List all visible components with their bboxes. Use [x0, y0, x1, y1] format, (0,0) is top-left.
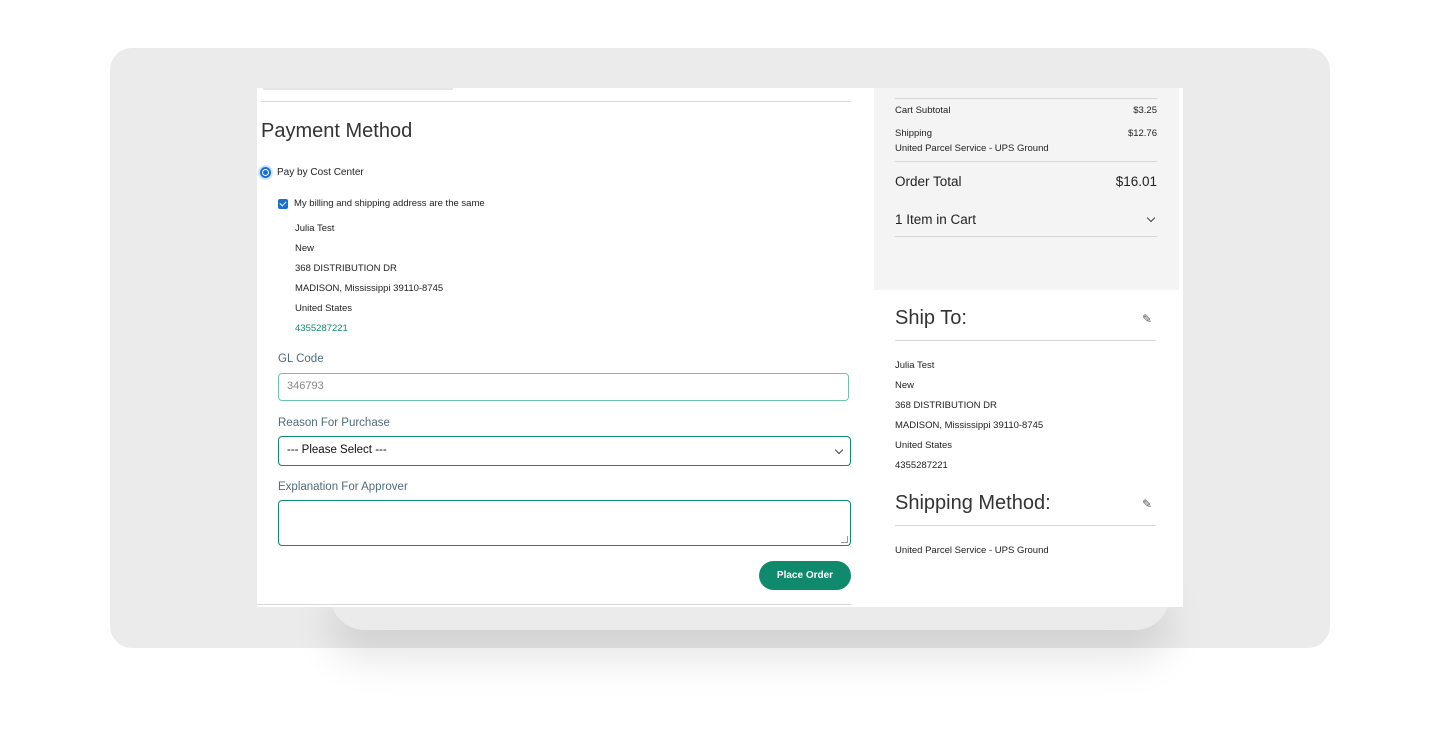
billing-phone-link[interactable]: 4355287221 — [295, 323, 348, 334]
same-address-option[interactable]: My billing and shipping address are the … — [278, 198, 485, 209]
ship-to-name: Julia Test — [895, 360, 935, 371]
reason-selected-value: --- Please Select --- — [287, 444, 387, 456]
chevron-down-icon — [1146, 213, 1156, 223]
ship-to-line2: New — [895, 380, 915, 391]
shipping-carrier: United Parcel Service - UPS Ground — [895, 143, 1049, 154]
billing-name: Julia Test — [295, 223, 335, 234]
resize-grip-icon[interactable] — [841, 536, 848, 543]
shipping-label: Shipping — [895, 128, 932, 139]
items-in-cart-label: 1 Item in Cart — [895, 212, 977, 227]
billing-country: United States — [295, 303, 353, 314]
checkout-page: Payment Method Pay by Cost Center My bil… — [257, 88, 1183, 607]
items-in-cart-toggle[interactable]: 1 Item in Cart — [895, 212, 1157, 227]
ship-to-divider — [895, 340, 1156, 341]
shipping-carrier-row: United Parcel Service - UPS Ground — [895, 143, 1157, 154]
payment-method-title: Payment Method — [261, 120, 413, 142]
cart-subtotal-value: $3.25 — [1133, 105, 1157, 116]
pencil-icon[interactable]: ✎ — [1142, 497, 1152, 511]
chevron-down-icon — [834, 445, 844, 455]
place-order-button[interactable]: Place Order — [759, 561, 851, 590]
summary-divider-top — [895, 98, 1157, 99]
cart-subtotal-row: Cart Subtotal $3.25 — [895, 105, 1157, 116]
bottom-divider — [257, 604, 851, 605]
ship-to-country: United States — [895, 440, 953, 451]
reason-for-purchase-label: Reason For Purchase — [278, 417, 390, 429]
billing-line2: New — [295, 243, 315, 254]
ship-to-phone-link[interactable]: 4355287221 — [895, 460, 948, 471]
shipping-method-title: Shipping Method: — [895, 492, 1051, 514]
ship-to-title: Ship To: — [895, 307, 967, 329]
order-total-label: Order Total — [895, 174, 962, 189]
section-divider — [261, 101, 851, 102]
same-address-checkbox[interactable] — [278, 198, 288, 209]
shipping-method-value: United Parcel Service - UPS Ground — [895, 545, 1049, 556]
billing-city-state-zip: MADISON, Mississippi 39110-8745 — [295, 283, 444, 294]
cart-subtotal-label: Cart Subtotal — [895, 105, 951, 116]
payment-section: Payment Method Pay by Cost Center My bil… — [257, 88, 857, 607]
reason-for-purchase-select[interactable]: --- Please Select --- — [278, 436, 851, 466]
shipping-row: Shipping $12.76 — [895, 128, 1157, 139]
order-summary: Cart Subtotal $3.25 Shipping $12.76 Unit… — [874, 88, 1179, 290]
radio-dot — [263, 170, 268, 175]
shipping-value: $12.76 — [1127, 128, 1157, 139]
same-address-label: My billing and shipping address are the … — [294, 198, 485, 209]
gl-code-label: GL Code — [278, 353, 324, 365]
explanation-label: Explanation For Approver — [278, 481, 408, 493]
order-total-row: Order Total $16.01 — [895, 174, 1157, 189]
pay-by-cost-center-label: Pay by Cost Center — [277, 167, 364, 178]
billing-street: 368 DISTRIBUTION DR — [295, 263, 397, 274]
ship-to-street: 368 DISTRIBUTION DR — [895, 400, 997, 411]
shipping-method-divider — [895, 525, 1156, 526]
top-divider-stub — [263, 88, 453, 90]
ship-to-city-state-zip: MADISON, Mississippi 39110-8745 — [895, 420, 1044, 431]
order-total-value: $16.01 — [1115, 174, 1157, 189]
pay-by-cost-center-option[interactable]: Pay by Cost Center — [260, 167, 364, 178]
pay-by-cost-center-radio[interactable] — [260, 167, 271, 178]
summary-divider — [895, 161, 1157, 162]
pencil-icon[interactable]: ✎ — [1142, 312, 1152, 326]
summary-divider-bottom — [895, 236, 1157, 237]
explanation-textarea[interactable] — [278, 500, 851, 546]
gl-code-input[interactable]: 346793 — [278, 373, 849, 401]
